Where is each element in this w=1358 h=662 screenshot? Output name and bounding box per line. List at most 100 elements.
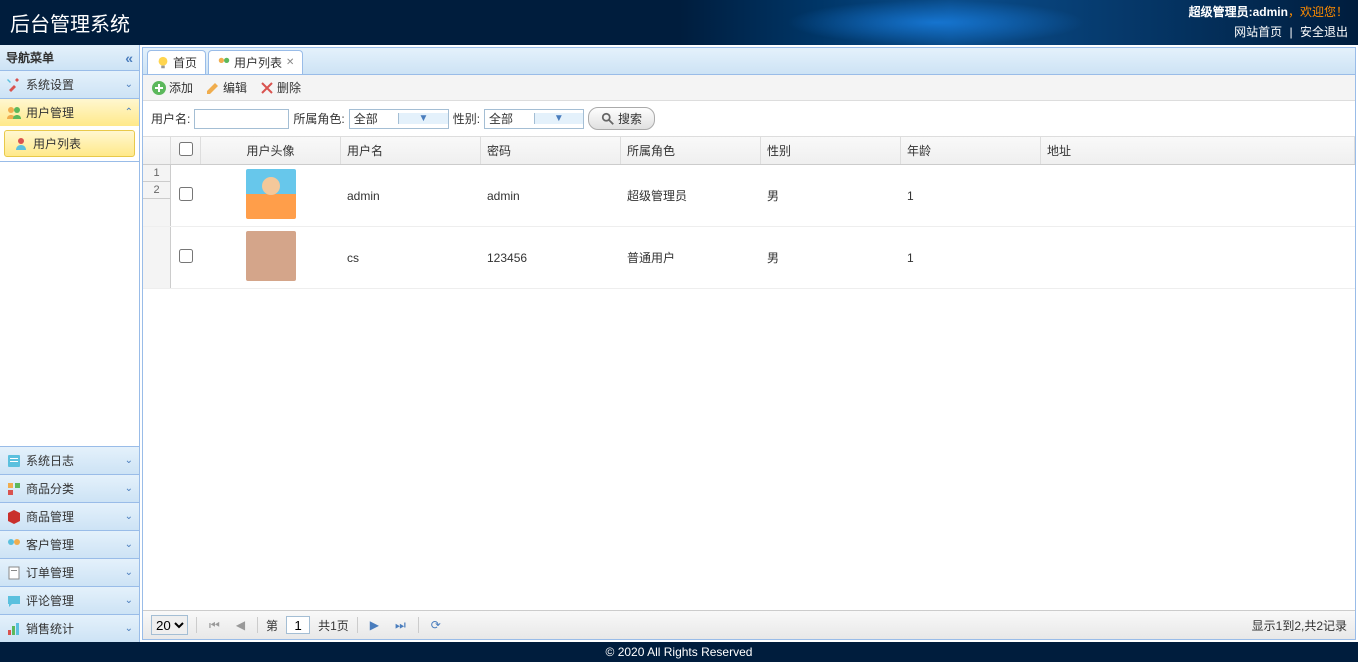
row-checkbox[interactable] <box>179 249 193 263</box>
cell-address <box>1041 192 1355 200</box>
home-link[interactable]: 网站首页 <box>1234 25 1282 39</box>
dropdown-arrow-icon[interactable]: ▼ <box>398 113 448 124</box>
logout-link[interactable]: 安全退出 <box>1300 25 1348 39</box>
wrench-icon <box>6 77 22 93</box>
chevron-down-icon: ⌄ <box>125 539 133 550</box>
edit-button[interactable]: 编辑 <box>205 79 247 96</box>
tab-home[interactable]: 首页 <box>147 50 206 74</box>
last-page-button[interactable]: ⏭ <box>391 618 410 633</box>
avatar <box>246 231 296 281</box>
sidebar-item-product-management[interactable]: 商品管理⌄ <box>0 502 139 530</box>
col-address[interactable]: 地址 <box>1041 137 1355 164</box>
sidebar-item-comment-management[interactable]: 评论管理⌄ <box>0 586 139 614</box>
cell-gender: 男 <box>761 183 901 208</box>
gender-select[interactable]: 全部 ▼ <box>484 109 584 129</box>
col-role[interactable]: 所属角色 <box>621 137 761 164</box>
search-bar: 用户名: 所属角色: 全部 ▼ 性别: 全部 ▼ 搜索 <box>143 101 1355 137</box>
sidebar-item-product-category[interactable]: 商品分类⌄ <box>0 474 139 502</box>
cell-role: 超级管理员 <box>621 183 761 208</box>
chevron-down-icon: ⌄ <box>125 511 133 522</box>
content-area: 首页 用户列表 ✕ 添加 编辑 删除 用户名: <box>142 47 1356 640</box>
refresh-button[interactable]: ⟳ <box>427 618 445 632</box>
avatar <box>246 169 296 219</box>
sidebar-item-system-settings[interactable]: 系统设置 ⌄ <box>0 71 139 99</box>
log-icon <box>6 453 22 469</box>
username-label: 用户名: <box>151 110 190 127</box>
col-gender[interactable]: 性别 <box>761 137 901 164</box>
app-footer: © 2020 All Rights Reserved <box>0 642 1358 662</box>
check-all[interactable] <box>179 142 193 156</box>
admin-label: 超级管理员:admin <box>1189 5 1288 19</box>
welcome-text: ，欢迎您！ <box>1288 5 1348 19</box>
sidebar-item-customer-management[interactable]: 客户管理⌄ <box>0 530 139 558</box>
user-icon <box>13 136 29 152</box>
prev-page-button[interactable]: ◀ <box>232 618 249 632</box>
lightbulb-icon <box>156 56 170 70</box>
comment-icon <box>6 593 22 609</box>
add-button[interactable]: 添加 <box>151 79 193 96</box>
header-user-area: 超级管理员:admin，欢迎您！ 网站首页 | 安全退出 <box>1189 3 1348 41</box>
chevron-down-icon: ⌄ <box>125 595 133 606</box>
sidebar-item-order-management[interactable]: 订单管理⌄ <box>0 558 139 586</box>
page-label-pre: 第 <box>266 617 278 634</box>
chevron-down-icon: ⌄ <box>125 623 133 634</box>
delete-icon <box>259 80 275 96</box>
col-password[interactable]: 密码 <box>481 137 621 164</box>
delete-button[interactable]: 删除 <box>259 79 301 96</box>
cell-gender: 男 <box>761 245 901 270</box>
sidebar-header: 导航菜单 « <box>0 45 139 71</box>
cell-address <box>1041 254 1355 262</box>
table-row[interactable]: 1 2 admin admin 超级管理员 男 1 <box>143 165 1355 227</box>
next-page-button[interactable]: ▶ <box>366 618 383 632</box>
edit-icon <box>205 80 221 96</box>
sidebar-item-sales-statistics[interactable]: 销售统计⌄ <box>0 614 139 642</box>
role-select[interactable]: 全部 ▼ <box>349 109 449 129</box>
page-size-select[interactable]: 20 <box>151 615 188 635</box>
users-icon <box>217 56 231 70</box>
cell-age: 1 <box>901 247 1041 269</box>
page-input[interactable] <box>286 616 310 634</box>
rownum-header <box>143 137 171 164</box>
cell-username: cs <box>341 247 481 269</box>
chevron-down-icon: ⌄ <box>125 567 133 578</box>
rownum-cell <box>143 227 171 288</box>
sidebar-item-system-log[interactable]: 系统日志⌄ <box>0 446 139 474</box>
col-age[interactable]: 年龄 <box>901 137 1041 164</box>
first-page-button[interactable]: ⏮ <box>205 618 224 633</box>
submenu-user-list[interactable]: 用户列表 <box>4 130 135 157</box>
sidebar-title: 导航菜单 <box>6 49 54 66</box>
pagination-info: 显示1到2,共2记录 <box>1252 617 1347 634</box>
separator: | <box>1290 25 1293 39</box>
row-checkbox[interactable] <box>179 187 193 201</box>
app-title: 后台管理系统 <box>10 8 130 37</box>
cell-role: 普通用户 <box>621 245 761 270</box>
add-icon <box>151 80 167 96</box>
tabs-bar: 首页 用户列表 ✕ <box>143 48 1355 75</box>
dropdown-arrow-icon[interactable]: ▼ <box>534 113 584 124</box>
cell-password: 123456 <box>481 247 621 269</box>
col-avatar[interactable]: 用户头像 <box>201 137 341 164</box>
search-icon <box>601 112 615 126</box>
app-header: 后台管理系统 超级管理员:admin，欢迎您！ 网站首页 | 安全退出 <box>0 0 1358 45</box>
username-input[interactable] <box>194 109 289 129</box>
tab-user-list[interactable]: 用户列表 ✕ <box>208 50 303 74</box>
close-tab-icon[interactable]: ✕ <box>286 57 294 68</box>
chart-icon <box>6 621 22 637</box>
chevron-down-icon: ⌄ <box>125 79 133 90</box>
col-username[interactable]: 用户名 <box>341 137 481 164</box>
copyright: © 2020 All Rights Reserved <box>606 645 753 659</box>
product-icon <box>6 509 22 525</box>
collapse-sidebar-icon[interactable]: « <box>125 50 133 66</box>
search-button[interactable]: 搜索 <box>588 107 655 130</box>
category-icon <box>6 481 22 497</box>
sidebar: 导航菜单 « 系统设置 ⌄ 用户管理 ⌃ 用户列表 <box>0 45 140 642</box>
rownum-cell: 1 2 <box>143 165 171 226</box>
grid-body: 1 2 admin admin 超级管理员 男 1 cs <box>143 165 1355 610</box>
chevron-down-icon: ⌄ <box>125 483 133 494</box>
gender-label: 性别: <box>453 110 480 127</box>
chevron-up-icon: ⌃ <box>125 107 133 118</box>
customers-icon <box>6 537 22 553</box>
data-grid: 用户头像 用户名 密码 所属角色 性别 年龄 地址 1 2 admin admi… <box>143 137 1355 639</box>
table-row[interactable]: cs 123456 普通用户 男 1 <box>143 227 1355 289</box>
sidebar-item-user-management[interactable]: 用户管理 ⌃ 用户列表 <box>0 99 139 162</box>
